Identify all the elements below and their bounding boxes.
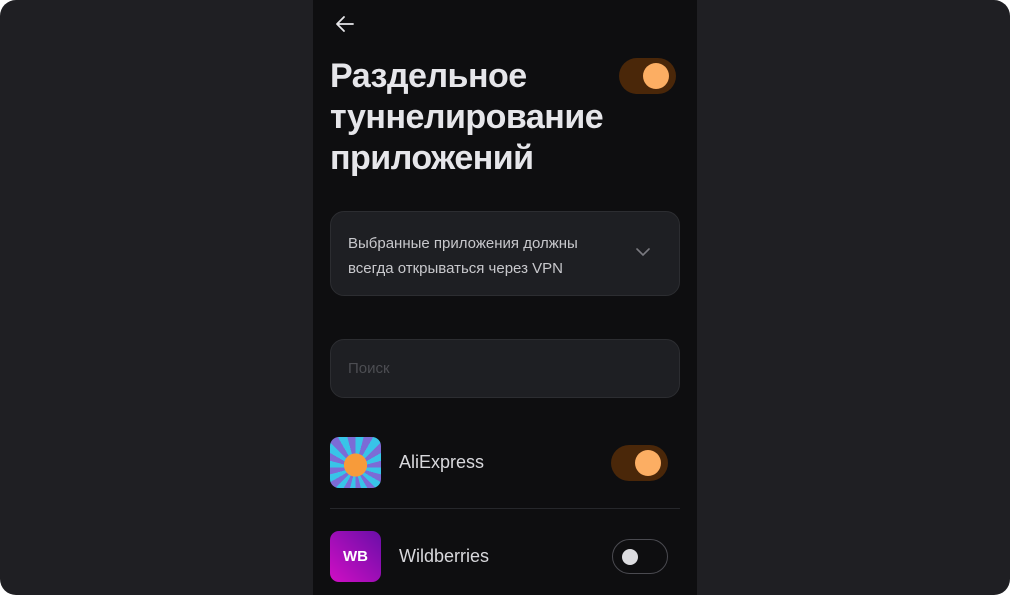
mode-select-value: Выбранные приложения должны всегда откры…	[348, 235, 578, 277]
chevron-down-icon	[636, 248, 650, 257]
app-row-aliexpress: AliExpress	[330, 437, 680, 489]
aliexpress-toggle[interactable]	[611, 445, 668, 481]
app-window: Раздельное туннелирование приложений Выб…	[0, 0, 1010, 595]
search-input[interactable]	[330, 339, 680, 398]
app-row-wildberries: WB Wildberries	[330, 531, 680, 583]
aliexpress-icon	[330, 437, 381, 488]
split-tunneling-screen: Раздельное туннелирование приложений Выб…	[313, 0, 697, 595]
toggle-knob	[622, 549, 638, 565]
wildberries-icon: WB	[330, 531, 381, 582]
app-name: AliExpress	[399, 452, 485, 472]
wildberries-toggle[interactable]	[612, 539, 668, 574]
split-tunneling-toggle[interactable]	[619, 58, 676, 94]
page-title: Раздельное туннелирование приложений	[330, 57, 604, 177]
back-button[interactable]	[333, 12, 357, 36]
arrow-left-icon	[336, 16, 354, 32]
app-name: Wildberries	[399, 546, 490, 566]
toggle-knob	[643, 63, 669, 89]
mode-select[interactable]: Выбранные приложения должны всегда откры…	[330, 211, 680, 296]
divider	[330, 508, 680, 509]
toggle-knob	[635, 450, 661, 476]
